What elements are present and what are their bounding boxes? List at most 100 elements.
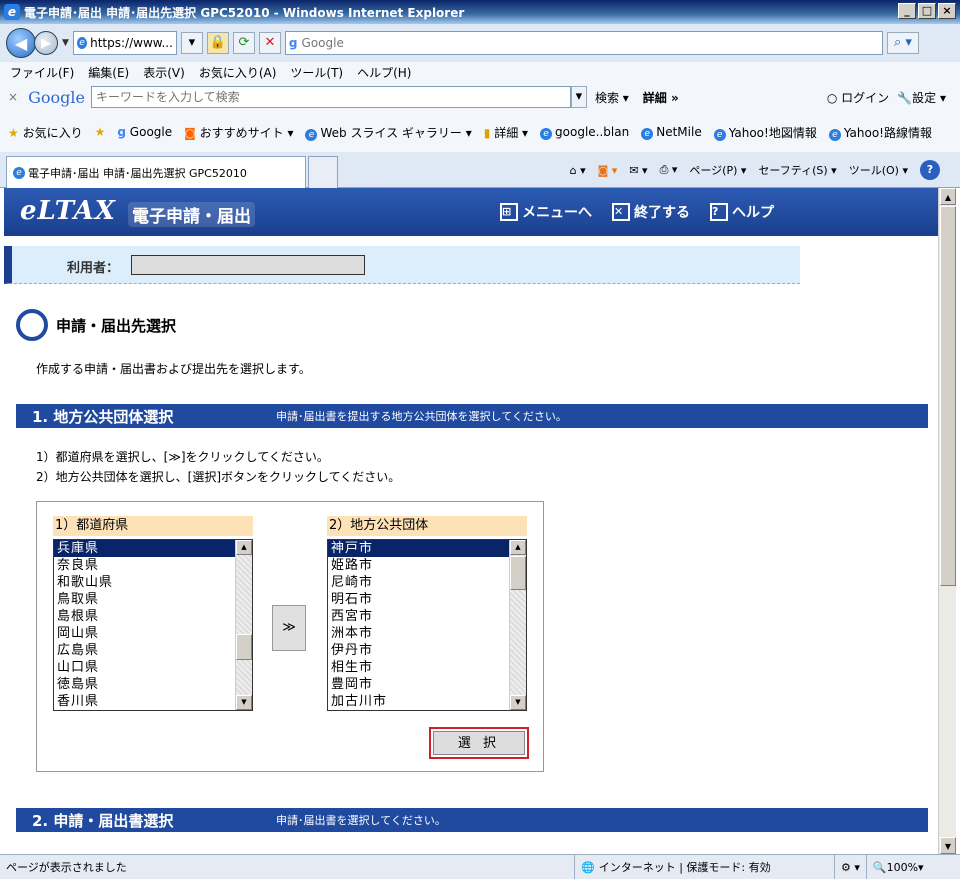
search-label: 検索 — [594, 90, 619, 105]
menu-link[interactable]: ⊞ メニューへ — [500, 202, 592, 222]
fav-yahoo-map-label: Yahoo!地図情報 — [728, 125, 817, 140]
page-scrollbar[interactable]: ▲ ▼ — [938, 188, 956, 854]
select-button[interactable]: 選 択 — [433, 731, 525, 755]
municipality-option[interactable]: 西宮市 — [328, 608, 526, 625]
page-scroll-up-icon[interactable]: ▲ — [940, 188, 956, 205]
section2-desc: 申請･届出書を選択してください。 — [276, 814, 446, 827]
favorites-label: お気に入り — [22, 125, 83, 140]
page-scroll-down-icon[interactable]: ▼ — [940, 837, 956, 854]
google-search-input[interactable] — [90, 86, 571, 108]
search-button[interactable]: ⌕ ▾ — [886, 32, 919, 54]
fav-webslice[interactable]: e Web スライス ギャラリー ▾ — [305, 124, 472, 141]
municipality-option[interactable]: 相生市 — [328, 659, 526, 676]
addons-icon[interactable]: ⚙ ▾ — [834, 855, 866, 879]
prefecture-option[interactable]: 岡山県 — [54, 625, 252, 642]
google-dropdown-icon[interactable]: ▾ — [570, 86, 587, 108]
section1-desc: 申請･届出書を提出する地方公共団体を選択してください。 — [276, 410, 567, 423]
municipality-option[interactable]: 明石市 — [328, 591, 526, 608]
prefecture-option[interactable]: 徳島県 — [54, 676, 252, 693]
prefecture-option[interactable]: 兵庫県 — [54, 540, 252, 557]
prefecture-option[interactable]: 山口県 — [54, 659, 252, 676]
google-fav-icon: g — [117, 125, 126, 139]
scroll-thumb[interactable] — [510, 556, 526, 590]
fav-netmile[interactable]: e NetMile — [641, 125, 702, 140]
menu-edit[interactable]: 編集(E) — [88, 64, 129, 81]
section2-title: 2. 申請・届出書選択 — [32, 811, 174, 830]
prefecture-scrollbar[interactable]: ▲ ▼ — [235, 540, 252, 710]
login-link[interactable]: ○ ログイン — [827, 89, 889, 106]
page-title: 申請・届出先選択 — [16, 309, 176, 341]
move-button[interactable]: ≫ — [272, 605, 306, 651]
prefecture-option[interactable]: 島根県 — [54, 608, 252, 625]
menu-tools[interactable]: ツール(T) — [290, 64, 343, 81]
municipality-option[interactable]: 豊岡市 — [328, 676, 526, 693]
favorites-button[interactable]: ★ お気に入り — [8, 124, 83, 141]
scroll-up-icon[interactable]: ▲ — [510, 540, 526, 555]
municipality-scrollbar[interactable]: ▲ ▼ — [509, 540, 526, 710]
fav-google-blan[interactable]: e google..blan — [540, 125, 629, 140]
municipality-list[interactable]: 神戸市 姫路市 尼崎市 明石市 西宮市 洲本市 伊丹市 相生市 豊岡市 加古川市 ▲ ▼ — [327, 539, 527, 711]
zone-text: インターネット | 保護モード: 有効 — [598, 861, 771, 874]
exit-link-label: 終了する — [634, 205, 690, 221]
maximize-button[interactable]: □ — [918, 3, 936, 19]
back-button[interactable]: ◀ — [6, 28, 36, 58]
history-dropdown-icon[interactable]: ▼ — [62, 38, 69, 48]
print-icon[interactable]: ⎙ ▾ — [660, 163, 678, 177]
scroll-thumb[interactable] — [236, 634, 252, 660]
exit-icon: ✕ — [612, 203, 630, 221]
prefecture-option[interactable]: 香川県 — [54, 693, 252, 710]
page-menu[interactable]: ページ(P) ▾ — [689, 162, 746, 178]
municipality-option[interactable]: 洲本市 — [328, 625, 526, 642]
zoom-control[interactable]: 🔍 100% ▾ — [865, 855, 930, 879]
close-button[interactable]: × — [938, 3, 956, 19]
prefecture-list[interactable]: 兵庫県 奈良県 和歌山県 鳥取県 島根県 岡山県 広島県 山口県 徳島県 香川県 ▲ ▼ — [53, 539, 253, 711]
page-scroll-thumb[interactable] — [940, 206, 956, 586]
lock-icon[interactable]: 🔒 — [206, 32, 229, 54]
fav-yahoo-route[interactable]: e Yahoo!路線情報 — [828, 124, 932, 141]
prefecture-option[interactable]: 和歌山県 — [54, 574, 252, 591]
municipality-option[interactable]: 伊丹市 — [328, 642, 526, 659]
menu-favorites[interactable]: お気に入り(A) — [199, 64, 277, 81]
close-toolbar-icon[interactable]: × — [8, 90, 18, 104]
scroll-down-icon[interactable]: ▼ — [236, 695, 252, 710]
prefecture-option[interactable]: 広島県 — [54, 642, 252, 659]
fav-details[interactable]: ▮ 詳細 ▾ — [484, 124, 528, 141]
user-bar: 利用者： — [4, 246, 800, 284]
fav-yahoo-map[interactable]: e Yahoo!地図情報 — [713, 124, 817, 141]
search-box[interactable]: g Google — [284, 31, 883, 55]
menu-file[interactable]: ファイル(F) — [10, 64, 74, 81]
scroll-down-icon[interactable]: ▼ — [510, 695, 526, 710]
exit-link[interactable]: ✕ 終了する — [612, 202, 690, 222]
help-icon[interactable]: ? — [920, 160, 940, 180]
details-link[interactable]: 詳細 » — [643, 89, 679, 106]
menu-help[interactable]: ヘルプ(H) — [357, 64, 411, 81]
refresh-icon[interactable]: ⟳ — [232, 32, 255, 54]
feeds-icon[interactable]: ◙ ▾ — [598, 164, 618, 177]
prefecture-option[interactable]: 奈良県 — [54, 557, 252, 574]
address-dropdown-icon[interactable]: ▾ — [180, 32, 203, 54]
security-zone[interactable]: 🌐 インターネット | 保護モード: 有効 — [574, 855, 834, 879]
scroll-up-icon[interactable]: ▲ — [236, 540, 252, 555]
menu-view[interactable]: 表示(V) — [143, 64, 185, 81]
add-favorite-icon[interactable]: ★ — [95, 125, 106, 139]
settings-button[interactable]: 🔧設定 ▾ — [897, 89, 946, 106]
mail-icon[interactable]: ✉ ▾ — [629, 164, 647, 177]
fav-google[interactable]: g Google — [117, 125, 172, 139]
help-link[interactable]: ? ヘルプ — [710, 202, 774, 222]
municipality-option[interactable]: 姫路市 — [328, 557, 526, 574]
municipality-option[interactable]: 尼崎市 — [328, 574, 526, 591]
tab-active[interactable]: e 電子申請･届出 申請･届出先選択 GPC52010 — [6, 156, 306, 188]
address-bar[interactable]: e https://www... — [72, 31, 177, 55]
tools-menu[interactable]: ツール(O) ▾ — [849, 162, 908, 178]
municipality-option[interactable]: 加古川市 — [328, 693, 526, 710]
google-search-button[interactable]: 検索 ▾ — [595, 89, 629, 106]
prefecture-option[interactable]: 鳥取県 — [54, 591, 252, 608]
stop-icon[interactable]: ✕ — [258, 32, 281, 54]
safety-menu[interactable]: セーフティ(S) ▾ — [758, 162, 836, 178]
new-tab-button[interactable] — [308, 156, 338, 188]
home-icon[interactable]: ⌂ ▾ — [570, 164, 586, 177]
fav-recommended[interactable]: ◙ おすすめサイト ▾ — [184, 124, 293, 141]
minimize-button[interactable]: _ — [898, 3, 916, 19]
municipality-option[interactable]: 神戸市 — [328, 540, 526, 557]
forward-button[interactable]: ▶ — [34, 31, 58, 55]
